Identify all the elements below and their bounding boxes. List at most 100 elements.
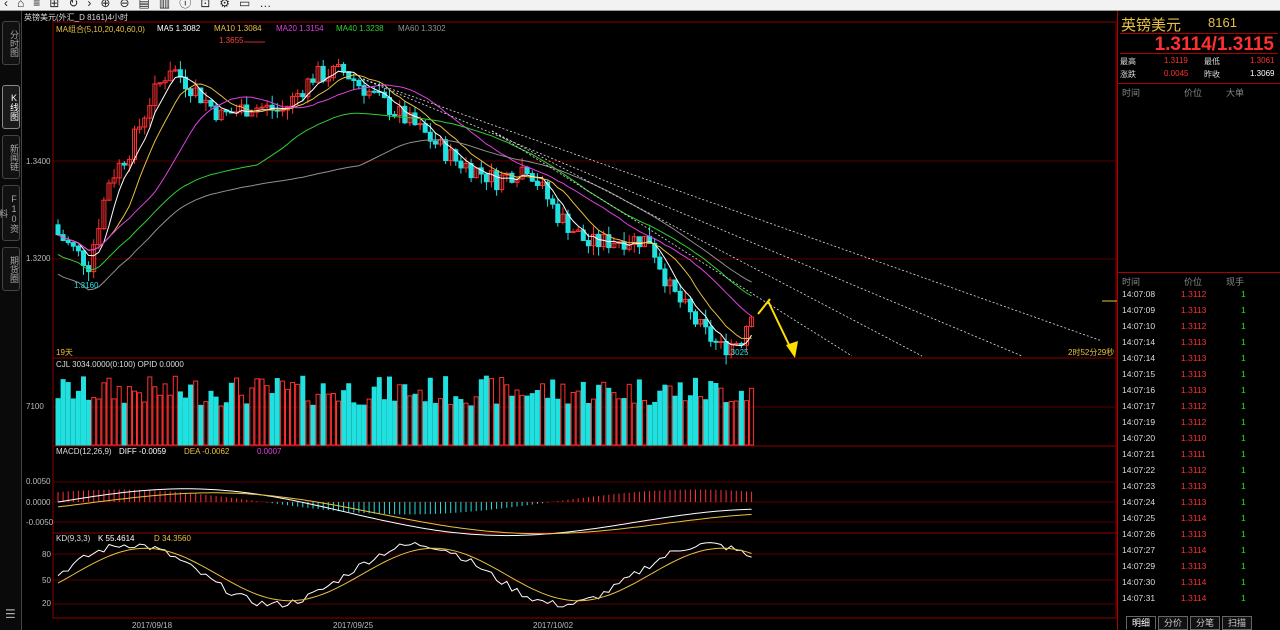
tick-row[interactable]: 14:07:19 1.3112 1 (1118, 417, 1280, 433)
zoom-in-icon[interactable]: ⊕ (100, 0, 110, 10)
tick-row[interactable]: 14:07:22 1.3112 1 (1118, 465, 1280, 481)
candle-body (259, 106, 265, 109)
tab-kline-chart[interactable]: K线图 (2, 85, 20, 129)
tick-row[interactable]: 14:07:20 1.3110 1 (1118, 433, 1280, 449)
refresh-icon[interactable]: ↻ (68, 0, 78, 10)
back-icon[interactable]: ‹ (4, 0, 8, 10)
list-icon[interactable]: ≡ (33, 0, 40, 10)
candle-body (70, 242, 76, 247)
volume-bar (499, 377, 505, 446)
candle-body (279, 109, 285, 112)
tab-price-distribution[interactable]: 分价 (1158, 616, 1189, 630)
more-icon[interactable]: … (259, 0, 271, 10)
tick-row[interactable]: 14:07:27 1.3114 1 (1118, 545, 1280, 561)
tab-news[interactable]: 新闻链 (2, 135, 20, 179)
volume-bar (438, 398, 443, 446)
volume-bar (81, 376, 86, 446)
volume-bar (672, 395, 678, 446)
tab-futures-circle[interactable]: 期货圈 (2, 247, 20, 291)
tick-row[interactable]: 14:07:16 1.3113 1 (1118, 385, 1280, 401)
candle-body (208, 99, 214, 107)
window-icon[interactable]: ▭ (239, 0, 250, 10)
tick-row[interactable]: 14:07:10 1.3112 1 (1118, 321, 1280, 337)
kline-chart-area[interactable]: 英镑美元(外汇_D 8161)4小时 MA组合(5,10,20,40,60,0)… (22, 11, 1117, 630)
volume-bar (300, 375, 306, 446)
volume-bar (540, 383, 545, 446)
tick-row[interactable]: 14:07:08 1.3112 1 (1118, 289, 1280, 305)
tick-row[interactable]: 14:07:14 1.3113 1 (1118, 337, 1280, 353)
tick-price: 1.3114 (1181, 593, 1207, 603)
forward-icon[interactable]: › (87, 0, 91, 10)
volume-bar (295, 383, 301, 446)
volume-bar (387, 376, 392, 446)
tick-price: 1.3113 (1181, 337, 1207, 347)
tick-row[interactable]: 14:07:21 1.3111 1 (1118, 449, 1280, 465)
chart-icon[interactable]: ▤ (139, 0, 150, 10)
volume-bar (70, 398, 76, 446)
tick-price: 1.3113 (1181, 497, 1207, 507)
tick-row[interactable]: 14:07:17 1.3112 1 (1118, 401, 1280, 417)
volume-bar (407, 395, 413, 446)
kd-axis-label: 80 (42, 550, 51, 559)
zoom-out-icon[interactable]: ⊖ (119, 0, 129, 10)
tab-intraday-chart[interactable]: 分时图 (2, 21, 20, 65)
volume-bar (269, 393, 275, 446)
volume-bar (468, 405, 474, 446)
volume-bar (738, 390, 744, 446)
lock-icon[interactable]: ⊡ (200, 0, 210, 10)
tick-row[interactable]: 14:07:14 1.3113 1 (1118, 353, 1280, 369)
bottom-tabs: 明细 分价 分笔 扫描 (1118, 616, 1280, 630)
divider (1118, 83, 1280, 84)
candle-body (387, 97, 392, 115)
tick-row[interactable]: 14:07:09 1.3113 1 (1118, 305, 1280, 321)
tick-row[interactable]: 14:07:25 1.3114 1 (1118, 513, 1280, 529)
ma-combo-label: MA组合(5,10,20,40,60,0) (56, 25, 145, 34)
tick-price-header: 价位 (1184, 277, 1203, 287)
low-price-marker-right: 1.3025 (724, 348, 749, 357)
candle-body (677, 290, 683, 303)
tick-time: 14:07:09 (1122, 305, 1156, 315)
volume-bar (223, 402, 229, 446)
tick-volume: 1 (1241, 289, 1246, 299)
grid-icon[interactable]: ⊞ (49, 0, 59, 10)
tick-time: 14:07:19 (1122, 417, 1156, 427)
chart-canvas[interactable] (22, 11, 1117, 620)
tick-row[interactable]: 14:07:15 1.3113 1 (1118, 369, 1280, 385)
volume-bar (652, 401, 658, 446)
tab-f10-info[interactable]: F10资料 (0, 185, 20, 241)
tab-scan[interactable]: 扫描 (1222, 616, 1253, 630)
volume-bar (397, 384, 403, 446)
candle-body (524, 166, 530, 175)
candle-body (733, 342, 739, 345)
tick-row[interactable]: 14:07:24 1.3113 1 (1118, 497, 1280, 513)
volume-bar (677, 382, 683, 446)
stat-prev-close-value: 1.3069 (1250, 69, 1275, 78)
volume-bar (422, 401, 428, 446)
tab-detail[interactable]: 明细 (1126, 616, 1157, 630)
menu-icon[interactable]: ☰ (5, 607, 16, 621)
stat-change-label: 涨跌 (1120, 70, 1136, 79)
tick-time: 14:07:14 (1122, 337, 1156, 347)
tick-row[interactable]: 14:07:29 1.3113 1 (1118, 561, 1280, 577)
tools-icon[interactable]: ⚙ (219, 0, 230, 10)
stat-high-value: 1.3119 (1164, 56, 1188, 65)
tick-row[interactable]: 14:07:30 1.3114 1 (1118, 577, 1280, 593)
info-icon[interactable]: ⓘ (179, 0, 191, 10)
kd-panel-label: KD(9,3,3) (56, 534, 91, 543)
volume-bar (55, 398, 61, 446)
bar-icon[interactable]: ▥ (159, 0, 170, 10)
tick-time: 14:07:31 (1122, 593, 1156, 603)
volume-bar (254, 378, 260, 446)
tick-row[interactable]: 14:07:23 1.3113 1 (1118, 481, 1280, 497)
ma40-line (57, 112, 752, 297)
tick-time: 14:07:23 (1122, 481, 1156, 491)
tick-row[interactable]: 14:07:26 1.3113 1 (1118, 529, 1280, 545)
volume-bar (621, 398, 627, 446)
toolbar-icon-row: ‹ ⌂ ≡ ⊞ ↻ › ⊕ ⊖ ▤ ▥ ⓘ ⊡ ⚙ ▭ … (4, 0, 271, 10)
home-icon[interactable]: ⌂ (17, 0, 24, 10)
tick-row[interactable]: 14:07:31 1.3114 1 (1118, 593, 1280, 609)
candle-body (392, 113, 398, 116)
volume-bar (264, 385, 270, 446)
tab-trade-ticks[interactable]: 分笔 (1190, 616, 1221, 630)
volume-bar (162, 383, 168, 446)
